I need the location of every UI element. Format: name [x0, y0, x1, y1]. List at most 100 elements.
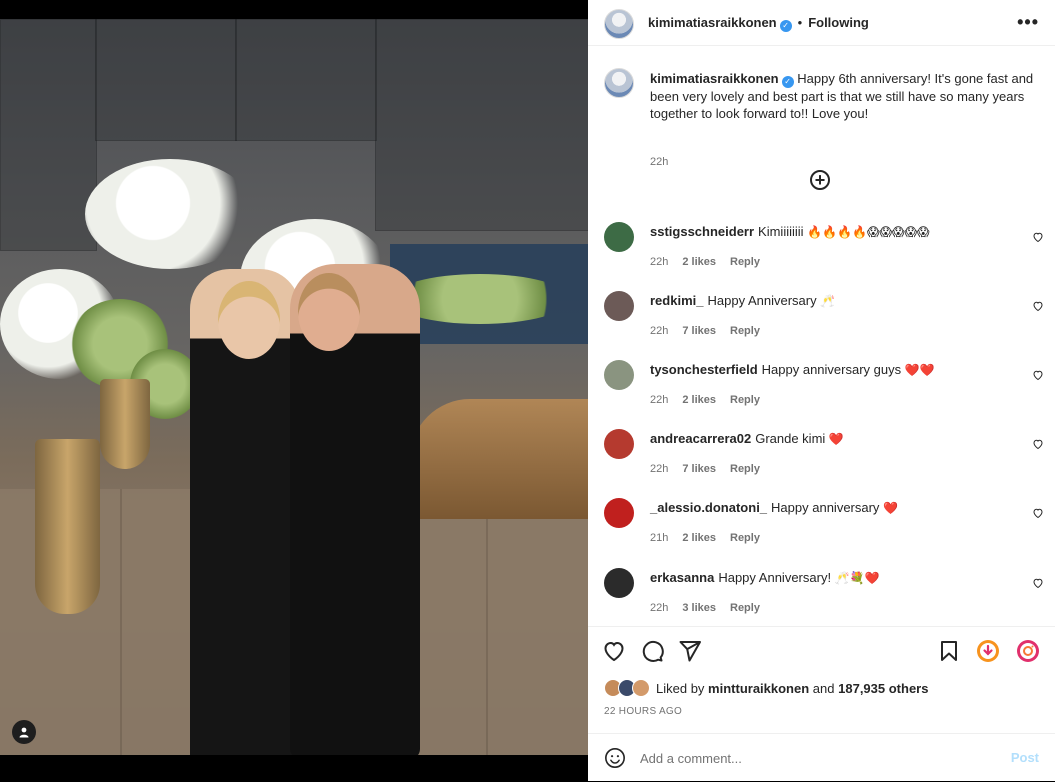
heart-icon[interactable] [602, 639, 626, 663]
comment-icon[interactable] [640, 639, 664, 663]
likes-summary: Liked by mintturaikkonen and 187,935 oth… [604, 678, 928, 698]
comment-body: Kimiiiiiiii [758, 224, 804, 239]
bookmark-icon[interactable] [937, 639, 961, 663]
comment-meta: 22h 3 likes Reply [650, 602, 774, 614]
comment-username[interactable]: redkimi_ [650, 293, 703, 308]
comment-username[interactable]: andreacarrera02 [650, 431, 751, 446]
more-options-icon[interactable]: ••• [1017, 13, 1039, 31]
comment-emoji: ❤️ [828, 432, 844, 446]
comment-like-heart-icon[interactable] [1032, 507, 1044, 522]
likes-text: Liked by mintturaikkonen and 187,935 oth… [656, 681, 928, 696]
comment-time[interactable]: 22h [650, 394, 668, 406]
caption-text: kimimatiasraikkonen ✓ Happy 6th anniversa… [650, 70, 1034, 122]
separator-dot: • [797, 15, 803, 30]
comment-body: Happy Anniversary! [718, 570, 832, 585]
comment-emoji: 🔥🔥🔥🔥😱😱😱😱😱 [807, 225, 930, 239]
person-icon [19, 727, 29, 738]
comment-like-heart-icon[interactable] [1032, 577, 1044, 592]
reply-button[interactable]: Reply [730, 602, 760, 614]
comment-username[interactable]: tysonchesterfield [650, 362, 758, 377]
comment-emoji: 🥂💐❤️ [834, 571, 880, 585]
reply-button[interactable]: Reply [730, 532, 760, 544]
liker-username[interactable]: mintturaikkonen [708, 681, 809, 696]
comment-body: Happy Anniversary [707, 293, 817, 308]
comment-time[interactable]: 22h [650, 325, 668, 337]
comment-like-heart-icon[interactable] [1032, 369, 1044, 384]
comment-meta: 22h 7 likes Reply [650, 325, 774, 337]
post-side-panel: kimimatiasraikkonen ✓ • Following ••• kimim… [588, 0, 1055, 781]
comment-likes[interactable]: 7 likes [682, 463, 716, 475]
add-comment-bar: Post [588, 733, 1055, 782]
comment-likes[interactable]: 2 likes [682, 394, 716, 406]
likes-prefix: Liked by [656, 680, 705, 696]
comment-username[interactable]: erkasanna [650, 570, 714, 585]
download-extension-icon[interactable] [976, 639, 1000, 663]
reply-button[interactable]: Reply [730, 325, 760, 337]
comment-likes[interactable]: 3 likes [682, 602, 716, 614]
reply-button[interactable]: Reply [730, 394, 760, 406]
comment-meta: 22h 7 likes Reply [650, 463, 774, 475]
comment-item: tysonchesterfield Happy anniversary guys … [604, 360, 1044, 420]
comment-emoji: ❤️❤️ [904, 363, 935, 377]
likes-middle: and [812, 680, 835, 696]
comment-avatar[interactable] [604, 360, 634, 390]
person-man-head [298, 273, 360, 351]
comment-text: tysonchesterfield Happy anniversary guys … [650, 362, 1010, 378]
caption-username[interactable]: kimimatiasraikkonen [650, 71, 779, 86]
comment-likes[interactable]: 2 likes [682, 532, 716, 544]
comment-username[interactable]: _alessio.donatoni_ [650, 500, 767, 515]
post-header: kimimatiasraikkonen ✓ • Following ••• [588, 0, 1055, 46]
comment-username[interactable]: sstigsschneiderr [650, 224, 754, 239]
comment-avatar[interactable] [604, 568, 634, 598]
header-user-line: kimimatiasraikkonen ✓ • Following [648, 15, 869, 32]
liker-avatar[interactable] [632, 679, 650, 697]
vase [35, 439, 100, 614]
tagged-users-icon[interactable] [12, 720, 36, 744]
instagram-extension-icon[interactable] [1016, 639, 1040, 663]
following-button[interactable]: Following [808, 15, 869, 30]
wall-panel [95, 19, 237, 141]
load-more-comments-icon[interactable]: + [810, 170, 830, 190]
comment-likes[interactable]: 7 likes [682, 325, 716, 337]
post-timestamp[interactable]: 22 HOURS AGO [604, 706, 682, 717]
comment-time[interactable]: 21h [650, 532, 668, 544]
comment-text: _alessio.donatoni_ Happy anniversary ❤️ [650, 500, 1010, 516]
comment-text: redkimi_ Happy Anniversary 🥂 [650, 293, 1010, 309]
comment-time[interactable]: 22h [650, 602, 668, 614]
orchids [85, 159, 255, 269]
caption-timestamp[interactable]: 22h [650, 156, 668, 168]
post-photo[interactable] [0, 19, 588, 755]
post-actions-bar [588, 626, 1055, 677]
emoji-smile-icon[interactable] [604, 747, 626, 774]
reply-button[interactable]: Reply [730, 463, 760, 475]
likes-count[interactable]: 187,935 others [838, 681, 928, 696]
comment-input[interactable] [640, 748, 1000, 768]
comment-emoji: ❤️ [883, 501, 899, 515]
comment-time[interactable]: 22h [650, 463, 668, 475]
comment-text: erkasanna Happy Anniversary! 🥂💐❤️ [650, 570, 1010, 586]
verified-badge-icon: ✓ [779, 20, 792, 32]
author-avatar[interactable] [604, 9, 634, 39]
comment-likes[interactable]: 2 likes [682, 256, 716, 268]
comment-meta: 21h 2 likes Reply [650, 532, 774, 544]
post-comment-button[interactable]: Post [1011, 750, 1039, 765]
comment-like-heart-icon[interactable] [1032, 438, 1044, 453]
wall-panel [375, 19, 588, 231]
caption-author-avatar[interactable] [604, 68, 634, 98]
reply-button[interactable]: Reply [730, 256, 760, 268]
comment-time[interactable]: 22h [650, 256, 668, 268]
comment-avatar[interactable] [604, 429, 634, 459]
comment-text: andreacarrera02 Grande kimi ❤️ [650, 431, 1010, 447]
author-username[interactable]: kimimatiasraikkonen [648, 15, 777, 30]
comment-avatar[interactable] [604, 222, 634, 252]
verified-badge-icon: ✓ [781, 76, 794, 88]
comment-like-heart-icon[interactable] [1032, 300, 1044, 315]
wall-panel [235, 19, 377, 141]
comment-avatar[interactable] [604, 498, 634, 528]
comment-text: sstigsschneiderr Kimiiiiiiii 🔥🔥🔥🔥😱😱😱😱😱 [650, 224, 1010, 240]
comment-like-heart-icon[interactable] [1032, 231, 1044, 246]
paper-plane-icon[interactable] [678, 639, 702, 663]
comment-avatar[interactable] [604, 291, 634, 321]
comments-section[interactable]: kimimatiasraikkonen ✓ Happy 6th anniversa… [588, 46, 1055, 626]
comment-item: andreacarrera02 Grande kimi ❤️ 22h 7 likes… [604, 429, 1044, 489]
